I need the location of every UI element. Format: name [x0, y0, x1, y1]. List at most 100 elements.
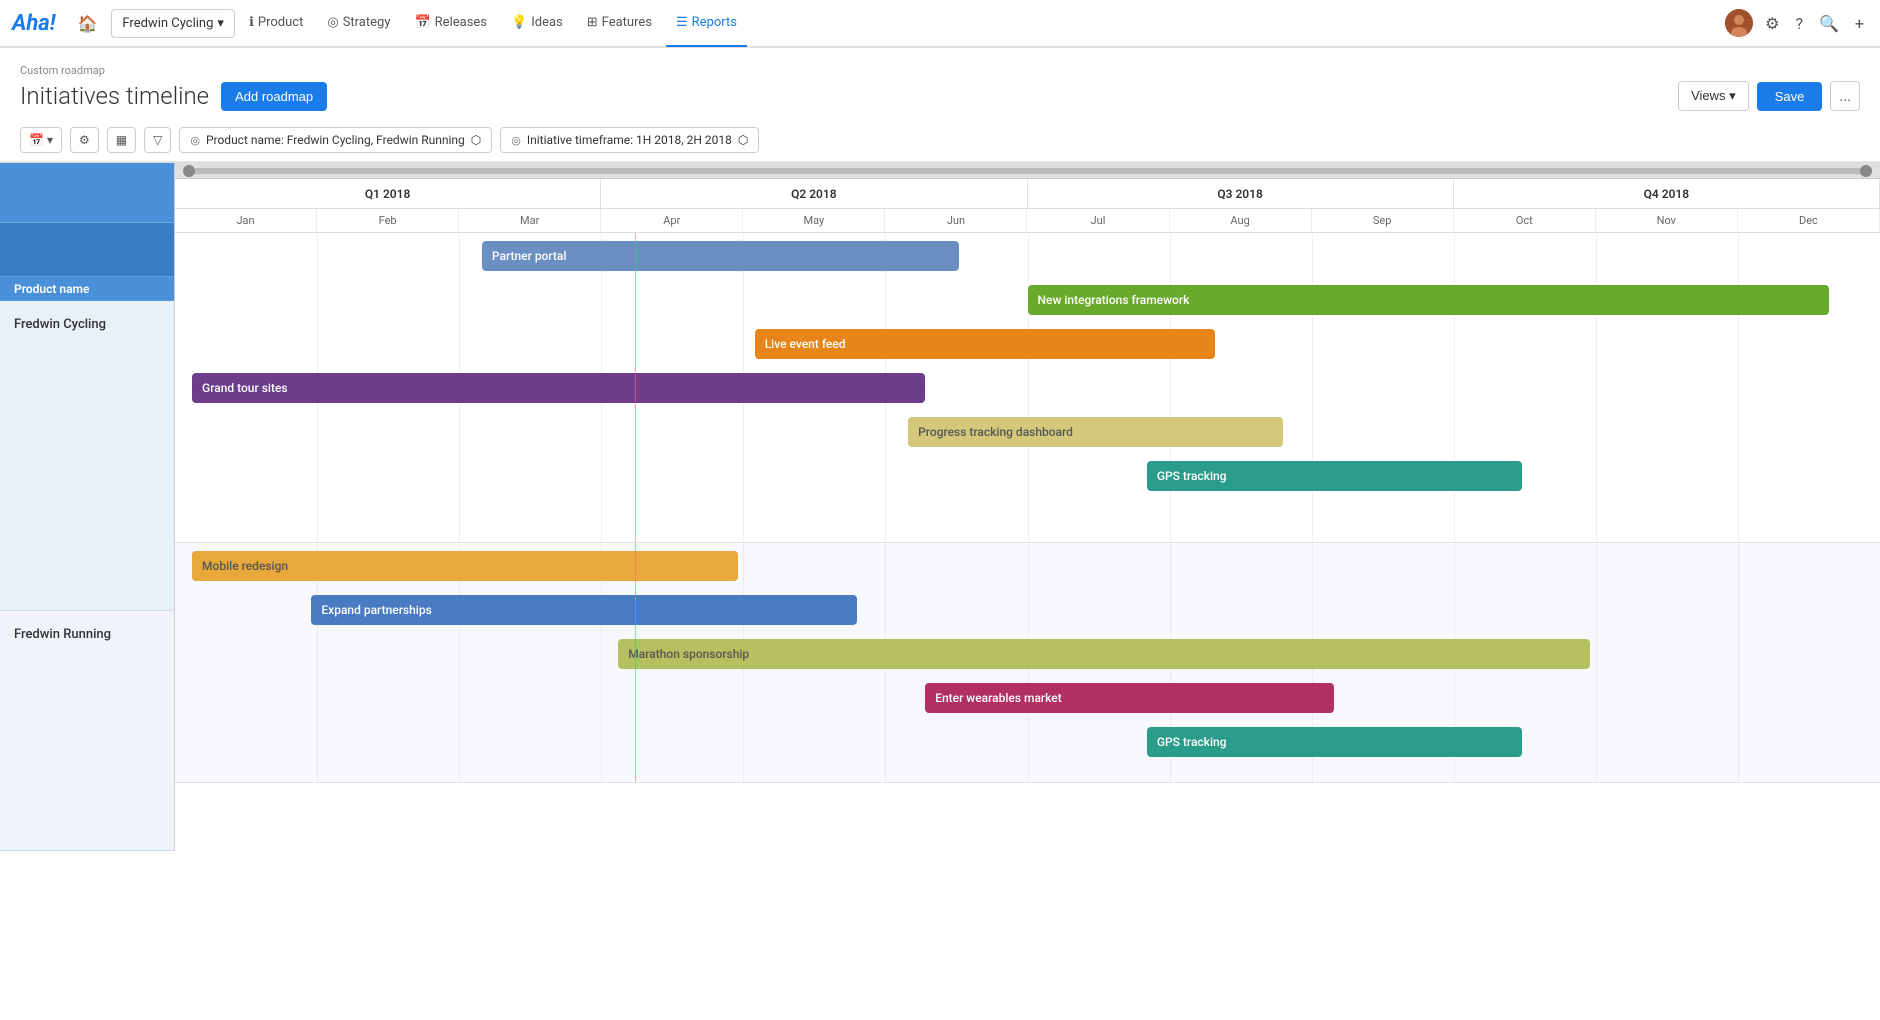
page-header: Custom roadmap Initiatives timeline Add … [0, 48, 1880, 119]
add-icon[interactable]: + [1851, 10, 1868, 37]
label-column: . Product name Fredwin Cycling Fredwin R… [0, 163, 175, 851]
timeframe-filter-pill[interactable]: ◎ Initiative timeframe: 1H 2018, 2H 2018… [500, 127, 759, 153]
add-roadmap-button[interactable]: Add roadmap [221, 82, 327, 111]
gantt-section-cycling: Partner portal New integrations framewor… [175, 233, 1880, 543]
bar-live-event[interactable]: Live event feed [755, 329, 1215, 359]
more-options-button[interactable]: ... [1830, 81, 1860, 111]
month-jan: Jan [175, 209, 317, 232]
workspace-label: Fredwin Cycling [122, 16, 213, 31]
fredwin-running-label: Fredwin Running [14, 627, 111, 642]
toolbar: 📅 ▾ ⚙ ▦ ▽ ◎ Product name: Fredwin Cyclin… [0, 119, 1880, 162]
save-button[interactable]: Save [1757, 82, 1823, 111]
product-name-header: Product name [14, 282, 89, 296]
bar-label: New integrations framework [1038, 293, 1190, 307]
quarter-q2: Q2 2018 [601, 179, 1027, 208]
bar-label: Marathon sponsorship [628, 647, 749, 661]
label-fredwin-cycling: Fredwin Cycling [0, 301, 174, 611]
bar-label: Live event feed [765, 337, 846, 351]
home-icon[interactable]: 🏠 [67, 8, 107, 39]
slider-row[interactable] [175, 163, 1880, 179]
quarter-q4: Q4 2018 [1454, 179, 1880, 208]
month-may: May [743, 209, 885, 232]
bar-mobile-redesign[interactable]: Mobile redesign [192, 551, 738, 581]
views-button[interactable]: Views ▾ [1678, 81, 1749, 111]
page-title: Initiatives timeline [20, 82, 209, 110]
product-filter-label: Product name: Fredwin Cycling, Fredwin R… [206, 133, 465, 147]
page-header-right: Views ▾ Save ... [1678, 81, 1860, 111]
month-nov: Nov [1596, 209, 1738, 232]
quarters-row: Q1 2018 Q2 2018 Q3 2018 Q4 2018 [175, 179, 1880, 209]
settings-icon[interactable]: ⚙ [1761, 10, 1783, 37]
avatar[interactable] [1725, 9, 1753, 37]
workspace-dropdown[interactable]: Fredwin Cycling ▾ [111, 9, 235, 38]
bar-label: Grand tour sites [202, 381, 288, 395]
search-icon[interactable]: 🔍 [1815, 10, 1843, 37]
month-apr: Apr [601, 209, 743, 232]
slider-track [185, 168, 1870, 174]
bar-label: GPS tracking [1157, 735, 1227, 749]
fredwin-cycling-label: Fredwin Cycling [14, 317, 106, 332]
reports-icon: ☰ [676, 15, 688, 30]
slider-thumb-right[interactable] [1860, 165, 1872, 177]
bar-label: Progress tracking dashboard [918, 425, 1073, 439]
chevron-down-icon: ▾ [217, 16, 224, 31]
bar-label: Expand partnerships [321, 603, 431, 617]
product-filter-chevron: ⬡ [471, 133, 481, 147]
bar-label: GPS tracking [1157, 469, 1227, 483]
layout-button[interactable]: ▦ [107, 127, 136, 153]
month-dec: Dec [1738, 209, 1880, 232]
calendar-view-button[interactable]: 📅 ▾ [20, 127, 62, 153]
month-aug: Aug [1170, 209, 1312, 232]
help-icon[interactable]: ? [1791, 10, 1807, 37]
info-icon: ℹ [249, 15, 254, 30]
bar-gps-cycling[interactable]: GPS tracking [1147, 461, 1522, 491]
nav-strategy[interactable]: ◎ Strategy [317, 0, 400, 47]
logo[interactable]: Aha! [12, 11, 55, 36]
calendar-small-icon: 📅 [29, 133, 44, 147]
product-filter-pill[interactable]: ◎ Product name: Fredwin Cycling, Fredwin… [179, 127, 492, 153]
month-feb: Feb [317, 209, 459, 232]
timeframe-filter-chevron: ⬡ [738, 133, 748, 147]
bar-partner-portal[interactable]: Partner portal [482, 241, 959, 271]
navbar: Aha! 🏠 Fredwin Cycling ▾ ℹ Product ◎ Str… [0, 0, 1880, 48]
month-oct: Oct [1454, 209, 1596, 232]
month-jun: Jun [885, 209, 1027, 232]
timeframe-filter-label: Initiative timeframe: 1H 2018, 2H 2018 [527, 133, 732, 147]
month-sep: Sep [1312, 209, 1454, 232]
nav-features[interactable]: ⊞ Features [577, 0, 662, 47]
bar-integrations[interactable]: New integrations framework [1028, 285, 1829, 315]
bar-label: Mobile redesign [202, 559, 288, 573]
strategy-icon: ◎ [327, 15, 338, 30]
page-header-row: Initiatives timeline Add roadmap Views ▾… [20, 81, 1860, 111]
filter-button[interactable]: ▽ [144, 127, 171, 153]
month-jul: Jul [1027, 209, 1169, 232]
quarter-q3: Q3 2018 [1028, 179, 1454, 208]
slider-thumb-left[interactable] [183, 165, 195, 177]
breadcrumb: Custom roadmap [20, 64, 1860, 77]
today-line-running [635, 543, 636, 782]
bar-progress-tracking[interactable]: Progress tracking dashboard [908, 417, 1283, 447]
quarter-q1: Q1 2018 [175, 179, 601, 208]
bar-marathon[interactable]: Marathon sponsorship [618, 639, 1590, 669]
nav-ideas[interactable]: 💡 Ideas [501, 0, 573, 47]
gear-icon: ⚙ [79, 133, 90, 147]
nav-reports[interactable]: ☰ Reports [666, 0, 747, 47]
label-col-header: . [0, 163, 174, 223]
bar-wearables[interactable]: Enter wearables market [925, 683, 1334, 713]
month-mar: Mar [459, 209, 601, 232]
bar-expand-partnerships[interactable]: Expand partnerships [311, 595, 857, 625]
gantt-right: Q1 2018 Q2 2018 Q3 2018 Q4 2018 Jan Feb … [175, 163, 1880, 851]
nav-product[interactable]: ℹ Product [239, 0, 313, 47]
toolbar-settings-button[interactable]: ⚙ [70, 127, 99, 153]
label-fredwin-running: Fredwin Running [0, 611, 174, 851]
timeframe-filter-icon: ◎ [511, 134, 521, 147]
grid-icon: ⊞ [587, 15, 598, 30]
nav-right: ⚙ ? 🔍 + [1725, 9, 1868, 37]
today-line-cycling [635, 233, 636, 542]
nav-releases[interactable]: 📅 Releases [404, 0, 497, 47]
bar-gps-running[interactable]: GPS tracking [1147, 727, 1522, 757]
filter-icon: ▽ [153, 133, 162, 147]
calendar-icon: 📅 [414, 15, 430, 30]
months-row: Jan Feb Mar Apr May Jun Jul Aug Sep Oct … [175, 209, 1880, 233]
bar-grand-tour[interactable]: Grand tour sites [192, 373, 925, 403]
